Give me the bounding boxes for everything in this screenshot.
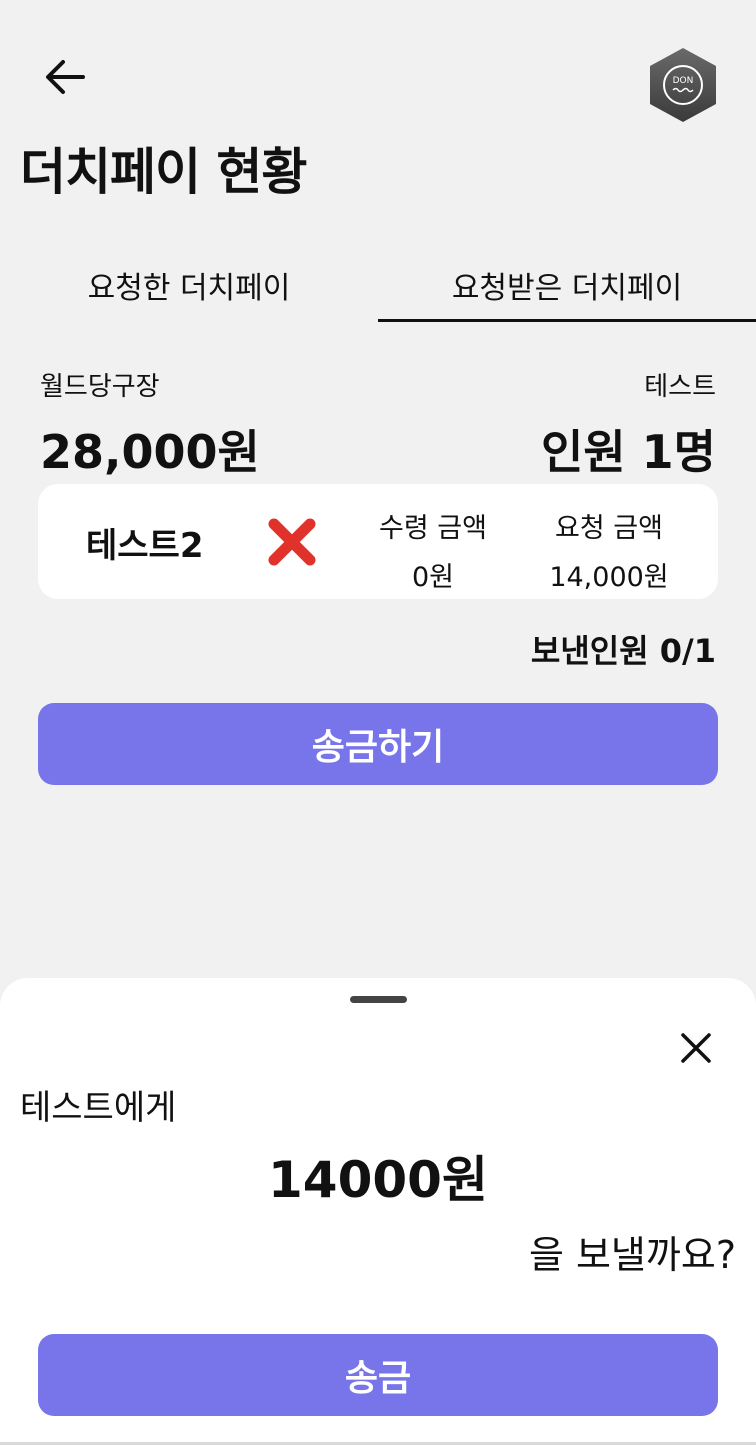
store-name: 월드당구장 [40, 372, 160, 402]
member-card: 테스트2 수령 금액 0원 요청 금액 14,000원 [38, 484, 718, 599]
confirm-question: 을 보낼까요? [528, 1233, 736, 1277]
arrow-left-icon [46, 60, 85, 94]
requester-name: 테스트 [644, 372, 716, 402]
people-count: 인원 1명 [541, 425, 716, 479]
requested-amount: 요청 금액 14,000원 [534, 506, 684, 594]
red-x-icon [268, 518, 316, 566]
member-name: 테스트2 [86, 526, 204, 566]
tab-requested-by-me[interactable]: 요청한 더치페이 [0, 248, 378, 322]
page-title: 더치페이 현황 [20, 143, 307, 201]
close-icon [681, 1033, 711, 1063]
app-logo: DON [648, 46, 718, 124]
received-amount: 수령 금액 0원 [358, 506, 508, 594]
requested-amount-label: 요청 금액 [555, 513, 663, 544]
svg-text:DON: DON [673, 76, 694, 86]
received-amount-label: 수령 금액 [379, 513, 487, 544]
transfer-button[interactable]: 송금하기 [38, 703, 718, 785]
requested-amount-value: 14,000원 [549, 562, 669, 593]
tab-bar: 요청한 더치페이 요청받은 더치페이 [0, 248, 756, 322]
tab-requested-to-me[interactable]: 요청받은 더치페이 [378, 248, 756, 322]
sheet-drag-handle[interactable] [350, 996, 407, 1003]
recipient-label: 테스트에게 [20, 1088, 177, 1128]
bottom-sheet: 테스트에게 14000원 을 보낼까요? 송금 [0, 978, 756, 1445]
send-button[interactable]: 송금 [38, 1334, 718, 1416]
sent-count: 보낸인원 0/1 [530, 632, 716, 670]
send-amount: 14000원 [268, 1151, 488, 1209]
back-button[interactable] [40, 52, 90, 102]
received-amount-value: 0원 [411, 562, 455, 593]
total-amount: 28,000원 [40, 425, 260, 479]
close-button[interactable] [672, 1024, 720, 1072]
